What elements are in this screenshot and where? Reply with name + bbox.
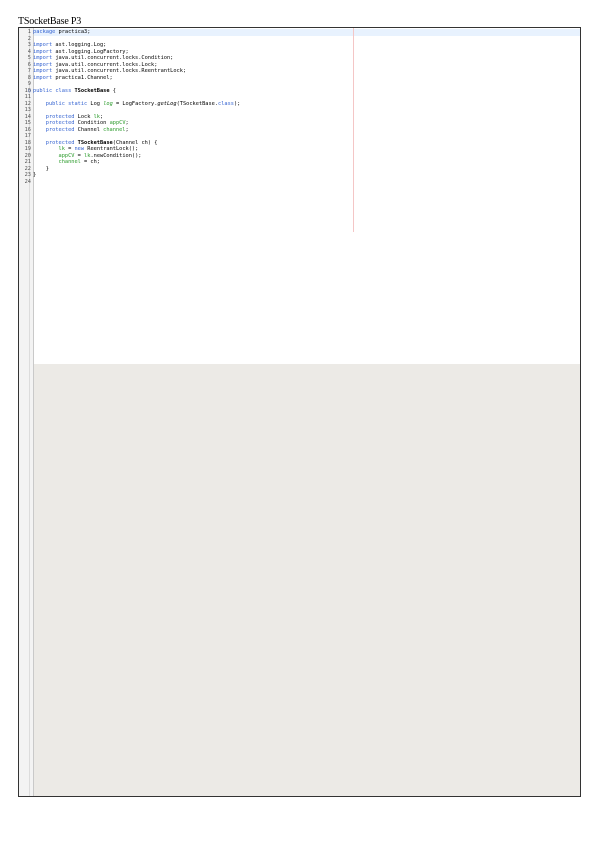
code-token: appCV bbox=[58, 152, 75, 159]
code-token: appCV bbox=[109, 120, 126, 126]
code-line[interactable]: 24 bbox=[19, 179, 580, 186]
code-token: import bbox=[33, 42, 53, 48]
code-token: ; bbox=[100, 113, 104, 120]
code-token: import bbox=[33, 48, 53, 55]
code-token: java.util.concurrent.locks.Lock; bbox=[52, 61, 158, 68]
code-token: (Channel ch) { bbox=[112, 139, 158, 146]
document-title: TSocketBase P3 bbox=[18, 16, 82, 27]
code-token: protected bbox=[45, 126, 75, 133]
code-token: java.util.concurrent.locks.ReentrantLock… bbox=[52, 68, 187, 74]
code-token: TSocketBase bbox=[77, 139, 113, 146]
code-token: { bbox=[109, 87, 116, 94]
code-token: ast.logging.Log; bbox=[52, 42, 107, 48]
code-token: package bbox=[33, 29, 56, 35]
editor-empty-area bbox=[33, 364, 580, 796]
code-token: import bbox=[33, 68, 53, 74]
code-editor[interactable]: 1 package practica3; 2 3 import ast.logging.… bbox=[18, 27, 581, 797]
code-token: protected bbox=[45, 113, 75, 120]
code-token: ); bbox=[233, 100, 241, 107]
code-token: import bbox=[33, 74, 53, 81]
code-token: import bbox=[33, 55, 53, 61]
code-token: new bbox=[74, 146, 85, 152]
code-token: } bbox=[33, 172, 37, 178]
code-token: = LogFactory. bbox=[112, 100, 158, 107]
code-token: } bbox=[33, 165, 49, 172]
code-token: ast.logging.LogFactory; bbox=[52, 48, 129, 55]
code-token: class bbox=[218, 100, 234, 107]
code-token: Condition bbox=[74, 120, 110, 126]
code-token: Log bbox=[87, 100, 104, 107]
code-token: channel bbox=[103, 126, 126, 133]
code-token: = bbox=[74, 152, 85, 159]
line-number: 24 bbox=[24, 178, 31, 185]
code-token: .newCondition(); bbox=[90, 152, 142, 159]
code-token: practica3; bbox=[55, 29, 91, 35]
code-token: Channel bbox=[74, 126, 104, 133]
code-token: public class bbox=[33, 87, 72, 94]
code-token: (TSocketBase. bbox=[176, 100, 219, 107]
code-token: import bbox=[33, 61, 53, 68]
code-token: protected bbox=[45, 139, 75, 146]
code-token: ; bbox=[125, 120, 129, 126]
code-token: = ch; bbox=[80, 159, 100, 165]
code-token: java.util.concurrent.locks.Condition; bbox=[52, 55, 174, 61]
code-token: ; bbox=[125, 126, 129, 133]
code-lines: 1 package practica3; 2 3 import ast.logging.… bbox=[19, 29, 580, 185]
code-token: TSocketBase bbox=[74, 87, 110, 94]
code-token: protected bbox=[45, 120, 75, 126]
code-token: getLog bbox=[157, 100, 177, 107]
code-token: Lock bbox=[74, 113, 94, 120]
code-token: practica1.Channel; bbox=[52, 74, 113, 81]
code-token: channel bbox=[58, 159, 81, 165]
code-token: ReentrantLock(); bbox=[84, 146, 139, 152]
code-token: public static bbox=[45, 100, 88, 107]
code-token: log bbox=[103, 100, 113, 107]
